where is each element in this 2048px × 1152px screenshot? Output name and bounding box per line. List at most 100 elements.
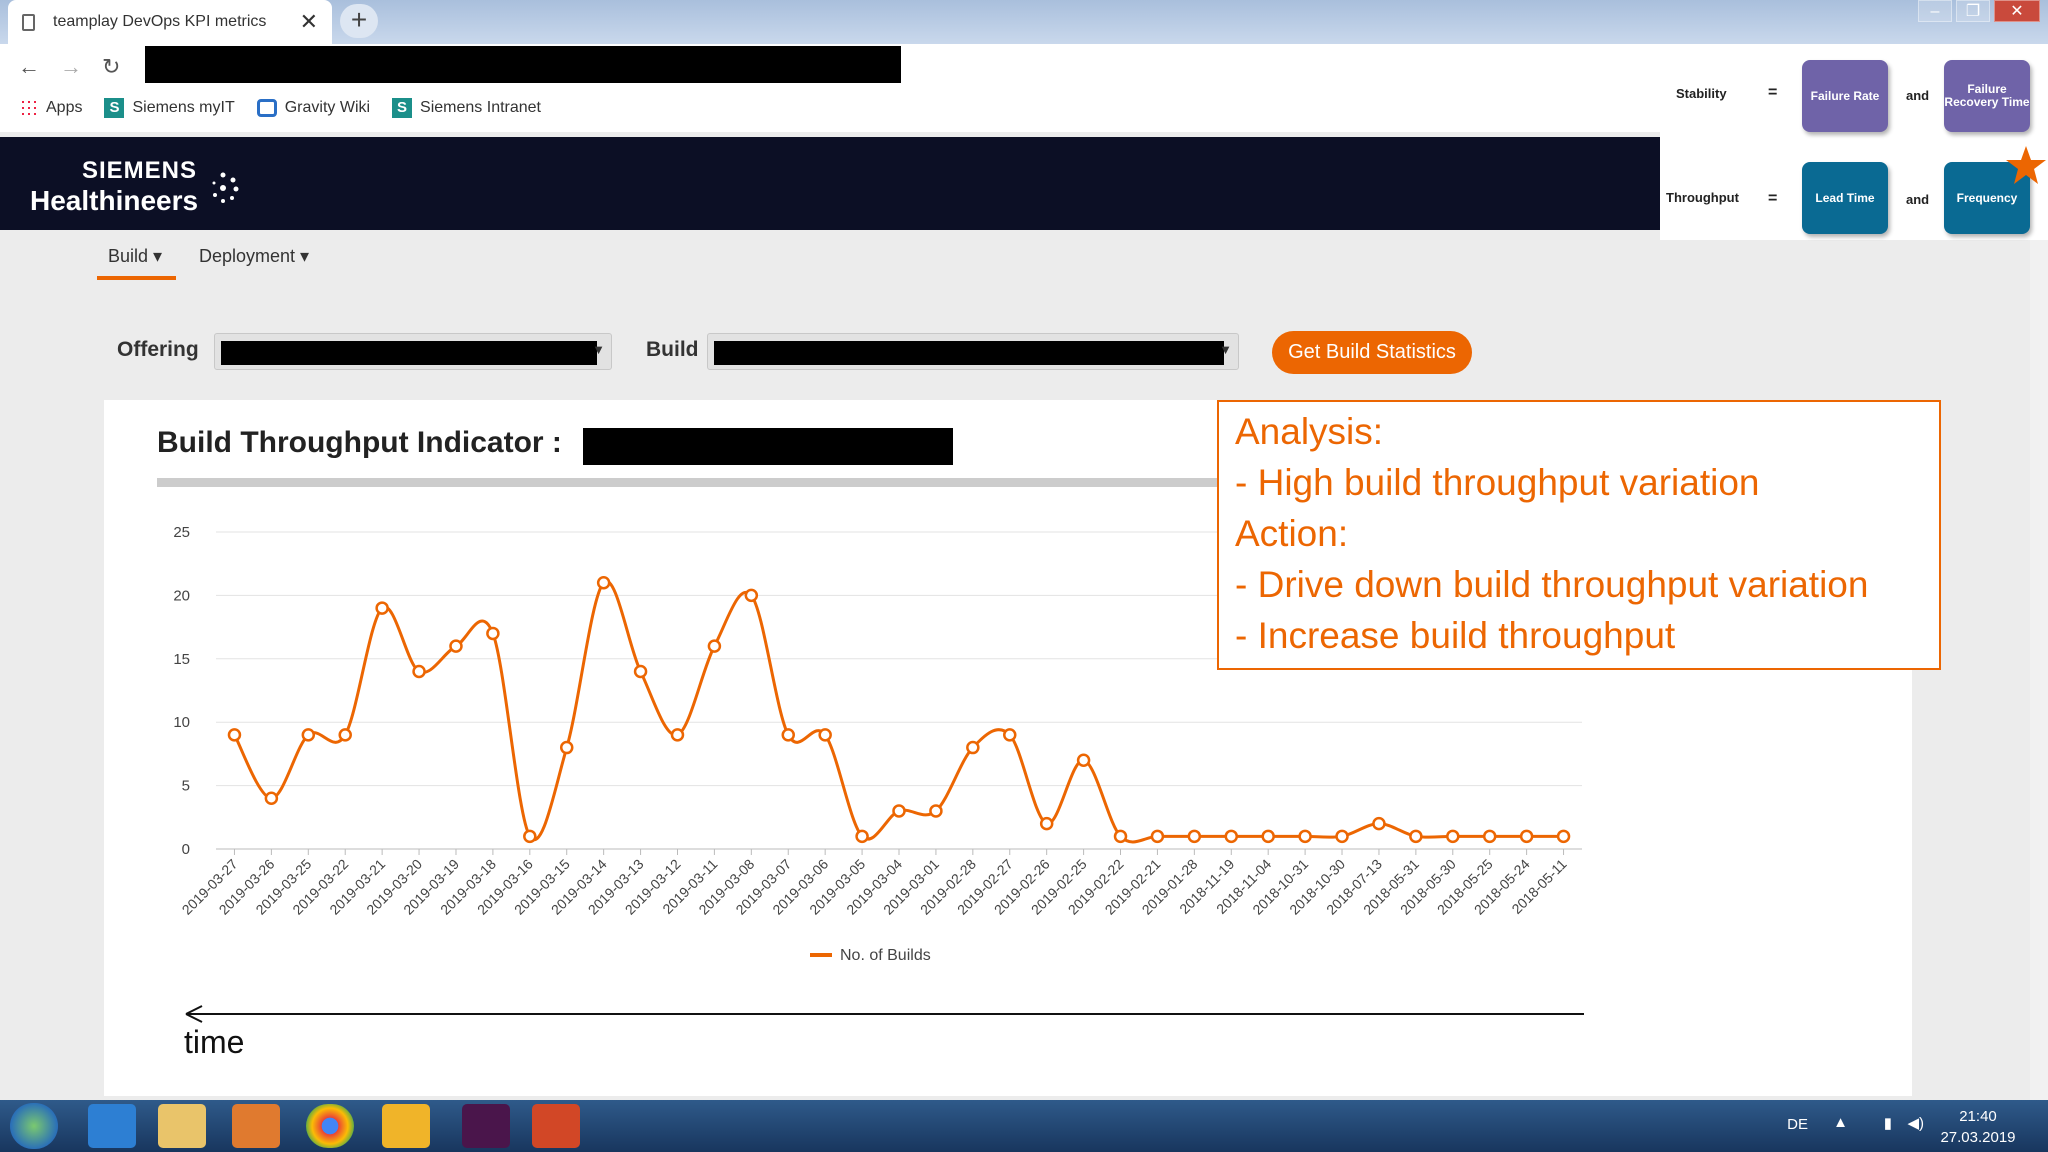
data-point — [559, 740, 574, 755]
redacted-value — [714, 341, 1224, 365]
bookmark-apps[interactable]: Apps — [20, 99, 82, 117]
clock[interactable]: 21:40 27.03.2019 — [1938, 1108, 2018, 1146]
logo-line1: SIEMENS — [82, 157, 198, 184]
y-tick-label: 10 — [173, 714, 190, 731]
document-icon — [22, 13, 35, 31]
redacted-title-value — [583, 428, 953, 465]
kpi-overlay: Stability = Failure Rate and Failure Rec… — [1660, 44, 2048, 240]
restore-icon[interactable]: ❐ — [1956, 0, 1990, 22]
forward-icon[interactable]: → — [60, 54, 82, 80]
network-icon[interactable]: ▮ — [1884, 1114, 1892, 1132]
page-scrollbar[interactable] — [2030, 240, 2048, 1100]
data-point — [1446, 829, 1460, 844]
nav-deployment-dropdown[interactable]: Deployment ▾ — [199, 246, 309, 267]
siemens-s-icon: S — [392, 98, 413, 118]
outlook-icon[interactable] — [382, 1104, 430, 1148]
dropdown-arrow-icon: ▼ — [592, 342, 605, 357]
data-point — [929, 804, 943, 818]
browser-tab[interactable]: teamplay DevOps KPI metrics ✕ — [8, 0, 332, 44]
data-point — [855, 829, 869, 844]
build-select[interactable]: ▼ — [707, 333, 1239, 370]
equals-sign: = — [1768, 84, 1778, 101]
system-tray: DE ▲ ▮ ◀) 21:40 27.03.2019 — [1787, 1108, 2018, 1146]
ie-icon[interactable] — [88, 1104, 136, 1148]
reload-icon[interactable]: ↻ — [102, 54, 120, 80]
data-point — [338, 728, 352, 742]
analysis-item: - High build throughput variation — [1235, 462, 1760, 503]
data-point — [1076, 753, 1091, 767]
time-label: time — [184, 1024, 245, 1060]
data-point — [781, 728, 795, 742]
y-tick-label: 5 — [182, 778, 190, 795]
logo-dots-icon — [212, 172, 239, 203]
nav-build-dropdown[interactable]: Build ▾ — [108, 246, 162, 267]
logo-line2: Healthineers — [30, 185, 199, 216]
slack-icon[interactable] — [462, 1104, 510, 1148]
data-point — [1039, 816, 1054, 831]
data-point — [1187, 829, 1202, 844]
stability-label: Stability — [1676, 86, 1727, 101]
data-point — [523, 829, 537, 844]
bookmark-label: Siemens myIT — [132, 99, 235, 116]
tab-title: teamplay DevOps KPI metrics — [53, 13, 267, 30]
y-tick-label: 20 — [173, 587, 190, 604]
y-tick-label: 0 — [182, 841, 190, 858]
dropdown-arrow-icon: ▼ — [1219, 342, 1232, 357]
data-point — [412, 664, 426, 679]
data-point — [707, 639, 722, 653]
data-point — [1372, 816, 1386, 831]
siemens-healthineers-logo[interactable]: SIEMENS Healthineers — [30, 157, 239, 217]
tray-arrow-icon[interactable]: ▲ — [1833, 1114, 1848, 1131]
star-icon — [2006, 146, 2046, 184]
volume-icon[interactable]: ◀) — [1907, 1114, 1924, 1132]
bookmark-siemens-myit[interactable]: S Siemens myIT — [104, 98, 235, 118]
data-point — [596, 575, 611, 590]
close-tab-icon[interactable]: ✕ — [300, 9, 318, 35]
action-item: - Increase build throughput — [1235, 615, 1676, 656]
siemens-s-icon: S — [104, 98, 125, 118]
data-point — [486, 626, 500, 641]
start-button[interactable] — [10, 1103, 58, 1149]
data-point — [1409, 829, 1423, 844]
get-build-statistics-button[interactable]: Get Build Statistics — [1272, 331, 1472, 374]
address-bar[interactable] — [145, 46, 901, 83]
chrome-icon[interactable] — [306, 1104, 354, 1148]
build-label: Build — [646, 338, 699, 361]
y-tick-label: 25 — [173, 524, 190, 541]
media-player-icon[interactable] — [232, 1104, 280, 1148]
clock-time: 21:40 — [1959, 1108, 1997, 1125]
data-point — [1298, 829, 1312, 844]
bookmark-siemens-intranet[interactable]: S Siemens Intranet — [392, 98, 541, 118]
data-point — [1224, 829, 1239, 844]
equals-sign: = — [1768, 190, 1778, 207]
wiki-icon — [256, 99, 277, 117]
data-point — [1519, 829, 1534, 844]
window-controls: – ❐ ✕ — [1918, 0, 2040, 22]
bookmarks-bar: Apps S Siemens myIT Gravity Wiki S Siemens… — [20, 98, 541, 118]
data-point — [744, 588, 759, 603]
new-tab-button[interactable]: + — [340, 4, 378, 38]
action-heading: Action: — [1235, 513, 1349, 554]
minimize-icon[interactable]: – — [1918, 0, 1952, 22]
language-indicator[interactable]: DE — [1787, 1116, 1808, 1133]
data-point — [818, 728, 832, 742]
action-item: - Drive down build throughput variation — [1235, 564, 1869, 605]
throughput-label: Throughput — [1666, 190, 1739, 205]
back-icon[interactable]: ← — [18, 54, 40, 80]
offering-select[interactable]: ▼ — [214, 333, 612, 370]
data-point — [1150, 829, 1165, 844]
data-point — [1261, 829, 1275, 844]
apps-grid-icon — [20, 99, 38, 117]
bookmark-gravity-wiki[interactable]: Gravity Wiki — [256, 99, 370, 117]
explorer-icon[interactable] — [158, 1104, 206, 1148]
failure-rate-box: Failure Rate — [1802, 60, 1888, 132]
legend-label: No. of Builds — [840, 947, 931, 964]
bookmark-label: Siemens Intranet — [420, 99, 541, 116]
and-label: and — [1906, 192, 1930, 207]
data-point — [227, 728, 242, 742]
clock-date: 27.03.2019 — [1940, 1129, 2016, 1146]
app-header: SIEMENS Healthineers — [0, 137, 1660, 230]
data-point — [1482, 829, 1497, 844]
powerpoint-icon[interactable] — [532, 1104, 580, 1148]
close-window-icon[interactable]: ✕ — [1994, 0, 2040, 22]
